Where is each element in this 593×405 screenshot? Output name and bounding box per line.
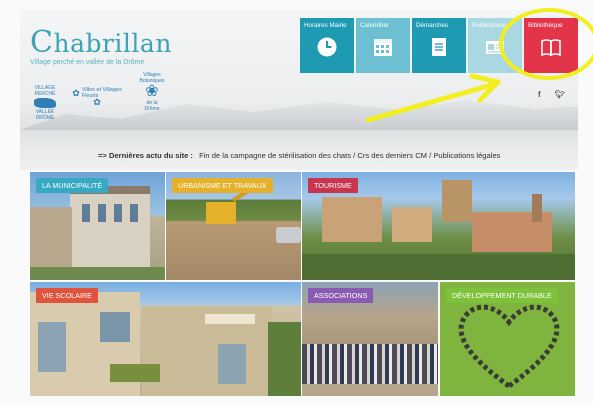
category-label: LA MUNICIPALITÉ bbox=[36, 178, 109, 193]
tile-label: Publications bbox=[472, 22, 506, 29]
tile-horaires-mairie[interactable]: Horaires Mairie bbox=[300, 18, 354, 73]
tile-label: Calendrier bbox=[360, 22, 390, 29]
village-map-icon bbox=[34, 98, 56, 108]
category-label: VIE SCOLAIRE bbox=[36, 288, 98, 303]
tile-calendrier[interactable]: Calendrier bbox=[356, 18, 410, 73]
villages-botaniques-badge: Villages Botaniques ❀ de la Drôme bbox=[130, 72, 174, 112]
category-label: ASSOCIATIONS bbox=[308, 288, 374, 303]
category-label: TOURISME bbox=[308, 178, 358, 193]
category-tourisme[interactable]: TOURISME bbox=[302, 172, 575, 280]
site-title-cap: C bbox=[30, 25, 54, 60]
villes-fleuris-badge: ✿ Villes et Villages Fleuris ✿ bbox=[68, 87, 126, 107]
category-developpement-durable[interactable]: DÉVELOPPEMENT DURABLE bbox=[440, 282, 575, 396]
calendar-icon bbox=[374, 39, 392, 56]
flower-small-icon: ✿ bbox=[93, 97, 101, 107]
tile-label: Horaires Mairie bbox=[304, 22, 347, 29]
school-door-image bbox=[38, 322, 66, 372]
site-subtitle: Village perché en vallée de la Drôme bbox=[30, 59, 145, 66]
news-ticker[interactable]: => Dernières actu du site : Fin de la ca… bbox=[98, 151, 500, 160]
annotation-arrow bbox=[365, 73, 501, 123]
village-perche-line3: VALLÉE DRÔME bbox=[35, 109, 55, 121]
side-house-image bbox=[30, 207, 72, 270]
blossom-icon: ❀ bbox=[145, 83, 159, 100]
botaniques-line4: Drôme bbox=[144, 106, 160, 112]
group-photo-image bbox=[302, 344, 438, 384]
document-icon bbox=[432, 38, 446, 56]
car-image bbox=[276, 227, 301, 243]
category-associations[interactable]: ASSOCIATIONS bbox=[302, 282, 438, 396]
village-perche-line2: PERCHÉ bbox=[34, 91, 56, 97]
social-links: f 🐦︎ bbox=[538, 90, 565, 99]
flower-icon: ✿ bbox=[72, 88, 80, 98]
category-municipalite[interactable]: LA MUNICIPALITÉ bbox=[30, 172, 165, 280]
news-text[interactable]: Fin de la campagne de stérilisation des … bbox=[199, 151, 500, 160]
category-urbanisme[interactable]: URBANISME ET TRAVAUX bbox=[166, 172, 301, 280]
salle-sign-image bbox=[205, 314, 255, 324]
clock-icon bbox=[317, 37, 337, 57]
tile-demarches[interactable]: Démarches bbox=[412, 18, 466, 73]
category-vie-scolaire[interactable]: VIE SCOLAIRE bbox=[30, 282, 301, 396]
tile-label: Démarches bbox=[416, 22, 449, 29]
heart-shape-image bbox=[458, 304, 560, 390]
label-badges: VILLAGE PERCHÉ VALLÉE DRÔME ✿ Villes et … bbox=[30, 72, 180, 125]
site-title-rest: habrillan bbox=[53, 29, 172, 58]
site-logo[interactable]: Chabrillan Village perché en vallée de l… bbox=[30, 28, 172, 67]
castle-tower-image bbox=[442, 180, 472, 222]
site-title: Chabrillan bbox=[30, 28, 172, 58]
category-label: DÉVELOPPEMENT DURABLE bbox=[446, 288, 558, 303]
page: Chabrillan Village perché en vallée de l… bbox=[0, 0, 593, 405]
excavator-image bbox=[206, 202, 236, 224]
village-perche-badge: VILLAGE PERCHÉ VALLÉE DRÔME bbox=[30, 85, 60, 121]
facebook-icon[interactable]: f bbox=[538, 90, 541, 99]
category-grid: LA MUNICIPALITÉ URBANISME ET TRAVAUX TOU… bbox=[30, 172, 575, 396]
annotation-circle bbox=[499, 8, 593, 80]
category-label: URBANISME ET TRAVAUX bbox=[172, 178, 273, 193]
twitter-icon[interactable]: 🐦︎ bbox=[555, 90, 565, 99]
news-prefix: => Dernières actu du site : bbox=[98, 151, 193, 160]
village-houses-image bbox=[322, 197, 382, 242]
